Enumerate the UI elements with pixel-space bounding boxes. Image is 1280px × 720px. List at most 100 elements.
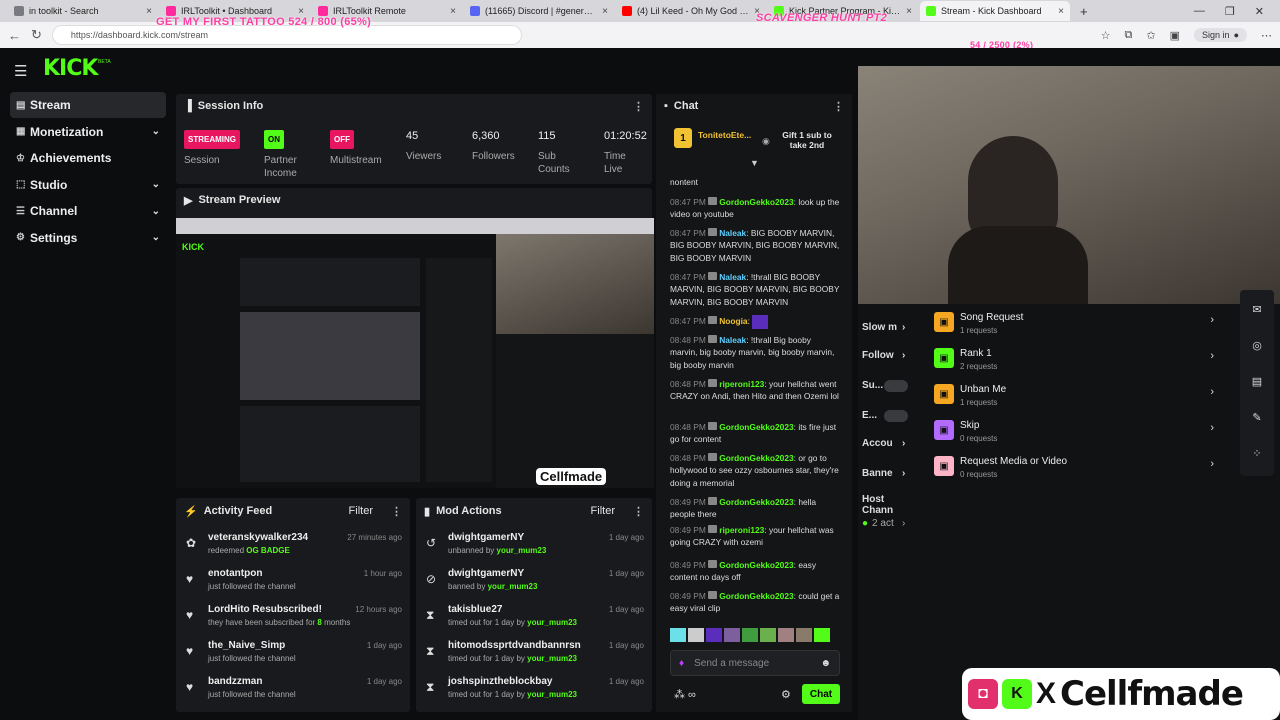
kebab-menu-icon[interactable]: ⋮ (833, 100, 844, 113)
mod-target-user[interactable]: joshspinztheblockbay (448, 676, 552, 687)
quick-setting[interactable]: Accou › (862, 438, 918, 449)
quick-setting[interactable]: Su... (862, 380, 918, 392)
emoji-icon[interactable]: ☻ (820, 658, 831, 669)
mod-action-row[interactable]: ↺ dwightgamerNY unbanned by your_mum23 1 da… (416, 526, 652, 562)
emote-icon[interactable] (796, 628, 812, 642)
chevron-right-icon[interactable]: › (902, 518, 905, 529)
mod-target-user[interactable]: hitomodssprtdvandbannrsn (448, 640, 581, 651)
activity-row[interactable]: ♥ bandzzman just followed the channel 1 day… (176, 670, 410, 706)
chevron-right-icon[interactable]: › (902, 438, 905, 449)
maximize-button[interactable]: ❐ (1225, 5, 1235, 18)
pinned-user[interactable]: TonitetoEte... (698, 130, 751, 140)
extensions-icon[interactable]: ⧉ (1125, 29, 1133, 42)
menu-icon[interactable]: ☰ (14, 62, 27, 80)
mod-target-user[interactable]: dwightgamerNY (448, 532, 524, 543)
emote-icon[interactable] (688, 628, 704, 642)
star-icon[interactable]: ☆ (1101, 29, 1111, 42)
close-tab-icon[interactable]: × (602, 6, 608, 17)
chevron-right-icon[interactable]: › (902, 468, 905, 479)
emote-icon[interactable] (724, 628, 740, 642)
reward-item[interactable]: ▣ Unban Me 1 requests › (934, 380, 1214, 416)
chevron-right-icon[interactable]: › (1210, 458, 1214, 470)
browser-tab[interactable]: Stream - Kick Dashboard × (920, 1, 1070, 21)
chevron-right-icon[interactable]: › (902, 350, 905, 361)
sidebar-item-channel[interactable]: ☰ Channel ⌄ (10, 198, 166, 224)
close-tab-icon[interactable]: × (906, 6, 912, 17)
browser-tab[interactable]: in toolkit - Search × (8, 1, 158, 21)
emote-icon[interactable] (706, 628, 722, 642)
activity-user[interactable]: LordHito Resubscribed! (208, 604, 322, 615)
collections-icon[interactable]: ▣ (1170, 29, 1180, 42)
kebab-menu-icon[interactable]: ⋮ (391, 505, 402, 518)
close-window-button[interactable]: ✕ (1255, 5, 1264, 18)
chat-bubble-icon[interactable]: ✉ (1246, 298, 1268, 320)
layout-icon[interactable]: ▤ (1246, 370, 1268, 392)
new-tab-button[interactable]: + (1072, 4, 1096, 19)
infinity-icon[interactable]: ⁂ ∞ (674, 688, 696, 701)
activity-user[interactable]: the_Naive_Simp (208, 640, 285, 651)
close-tab-icon[interactable]: × (298, 6, 304, 17)
chat-username[interactable]: GordonGekko2023 (719, 560, 793, 570)
favorites-icon[interactable]: ✩ (1146, 29, 1155, 42)
sidebar-item-studio[interactable]: ⬚ Studio ⌄ (10, 172, 166, 198)
mod-by-user[interactable]: your_mum23 (497, 546, 547, 555)
mod-by-user[interactable]: your_mum23 (527, 618, 577, 627)
chat-username[interactable]: GordonGekko2023 (719, 497, 793, 507)
emote-icon[interactable] (778, 628, 794, 642)
activity-row[interactable]: ♥ the_Naive_Simp just followed the channel… (176, 634, 410, 670)
chat-send-button[interactable]: Chat (802, 684, 840, 704)
activity-user[interactable]: bandzzman (208, 676, 262, 687)
browser-tab[interactable]: (4) Lil Keed - Oh My God (Offici...× (616, 1, 766, 21)
chevron-down-icon[interactable]: ⌄ (152, 179, 160, 190)
minimize-button[interactable]: — (1194, 5, 1205, 18)
reload-icon[interactable]: ↻ (31, 27, 42, 43)
chat-username[interactable]: Naleak (719, 272, 746, 282)
quick-setting[interactable]: ● 2 act › (862, 518, 918, 529)
chevron-right-icon[interactable]: › (1210, 386, 1214, 398)
close-tab-icon[interactable]: × (450, 6, 456, 17)
chevron-down-icon[interactable]: ⌄ (152, 206, 160, 217)
quick-setting[interactable]: E... (862, 410, 918, 422)
mod-by-user[interactable]: your_mum23 (527, 690, 577, 699)
sidebar-item-stream[interactable]: ▤ Stream (10, 92, 166, 118)
mod-by-user[interactable]: your_mum23 (488, 582, 538, 591)
chevron-down-icon[interactable]: ⌄ (152, 126, 160, 137)
gift-sub-text[interactable]: Gift 1 sub to take 2nd (776, 130, 838, 150)
mod-filter-button[interactable]: Filter (591, 505, 615, 517)
emote-icon[interactable] (670, 628, 686, 642)
activity-row[interactable]: ♥ LordHito Resubscribed! they have been su… (176, 598, 410, 634)
sidebar-item-settings[interactable]: ⚙ Settings ⌄ (10, 225, 166, 251)
mic-icon[interactable]: ♦ (679, 658, 684, 669)
broadcast-icon[interactable]: ◎ (1246, 334, 1268, 356)
toggle-switch[interactable] (884, 410, 908, 422)
chevron-down-icon[interactable]: ⌄ (152, 232, 160, 243)
chat-settings-icon[interactable]: ⚙ (781, 688, 791, 701)
quick-setting[interactable]: Banne › (862, 468, 918, 479)
more-icon[interactable]: ⋯ (1261, 29, 1272, 42)
quick-setting[interactable]: Slow m › (862, 322, 918, 333)
wrench-icon[interactable]: ✎ (1246, 406, 1268, 428)
close-tab-icon[interactable]: × (1058, 6, 1064, 17)
chat-username[interactable]: Noogia (719, 316, 747, 326)
quick-setting[interactable]: Host Chann (862, 494, 918, 516)
mod-action-row[interactable]: ⧗ hitomodssprtdvandbannrsn timed out for 1… (416, 634, 652, 670)
activity-row[interactable]: ✿ veteranskywalker234 redeemed OG BADGE 27 … (176, 526, 410, 562)
kick-logo[interactable]: KICK (43, 56, 98, 81)
browser-tab[interactable]: (11665) Discord | #general | Cellf... × (464, 1, 614, 21)
mod-target-user[interactable]: takisblue27 (448, 604, 502, 615)
expand-icon[interactable]: ▼ (750, 158, 759, 168)
toggle-switch[interactable] (884, 380, 908, 392)
sidebar-item-achievements[interactable]: ♔ Achievements (10, 145, 166, 171)
emote-icon[interactable] (760, 628, 776, 642)
reward-item[interactable]: ▣ Rank 1 2 requests › (934, 344, 1214, 380)
close-tab-icon[interactable]: × (146, 6, 152, 17)
chat-username[interactable]: GordonGekko2023 (719, 453, 793, 463)
mod-action-row[interactable]: ⧗ joshspinztheblockbay timed out for 1 day… (416, 670, 652, 706)
chat-username[interactable]: GordonGekko2023 (719, 422, 793, 432)
chat-username[interactable]: riperoni123 (719, 525, 764, 535)
stream-preview-video[interactable]: KICK Cellfmade (176, 218, 654, 488)
chevron-right-icon[interactable]: › (1210, 350, 1214, 362)
chat-username[interactable]: riperoni123 (719, 379, 764, 389)
chat-username[interactable]: GordonGekko2023 (719, 197, 793, 207)
reward-item[interactable]: ▣ Request Media or Video 0 requests › (934, 452, 1214, 488)
